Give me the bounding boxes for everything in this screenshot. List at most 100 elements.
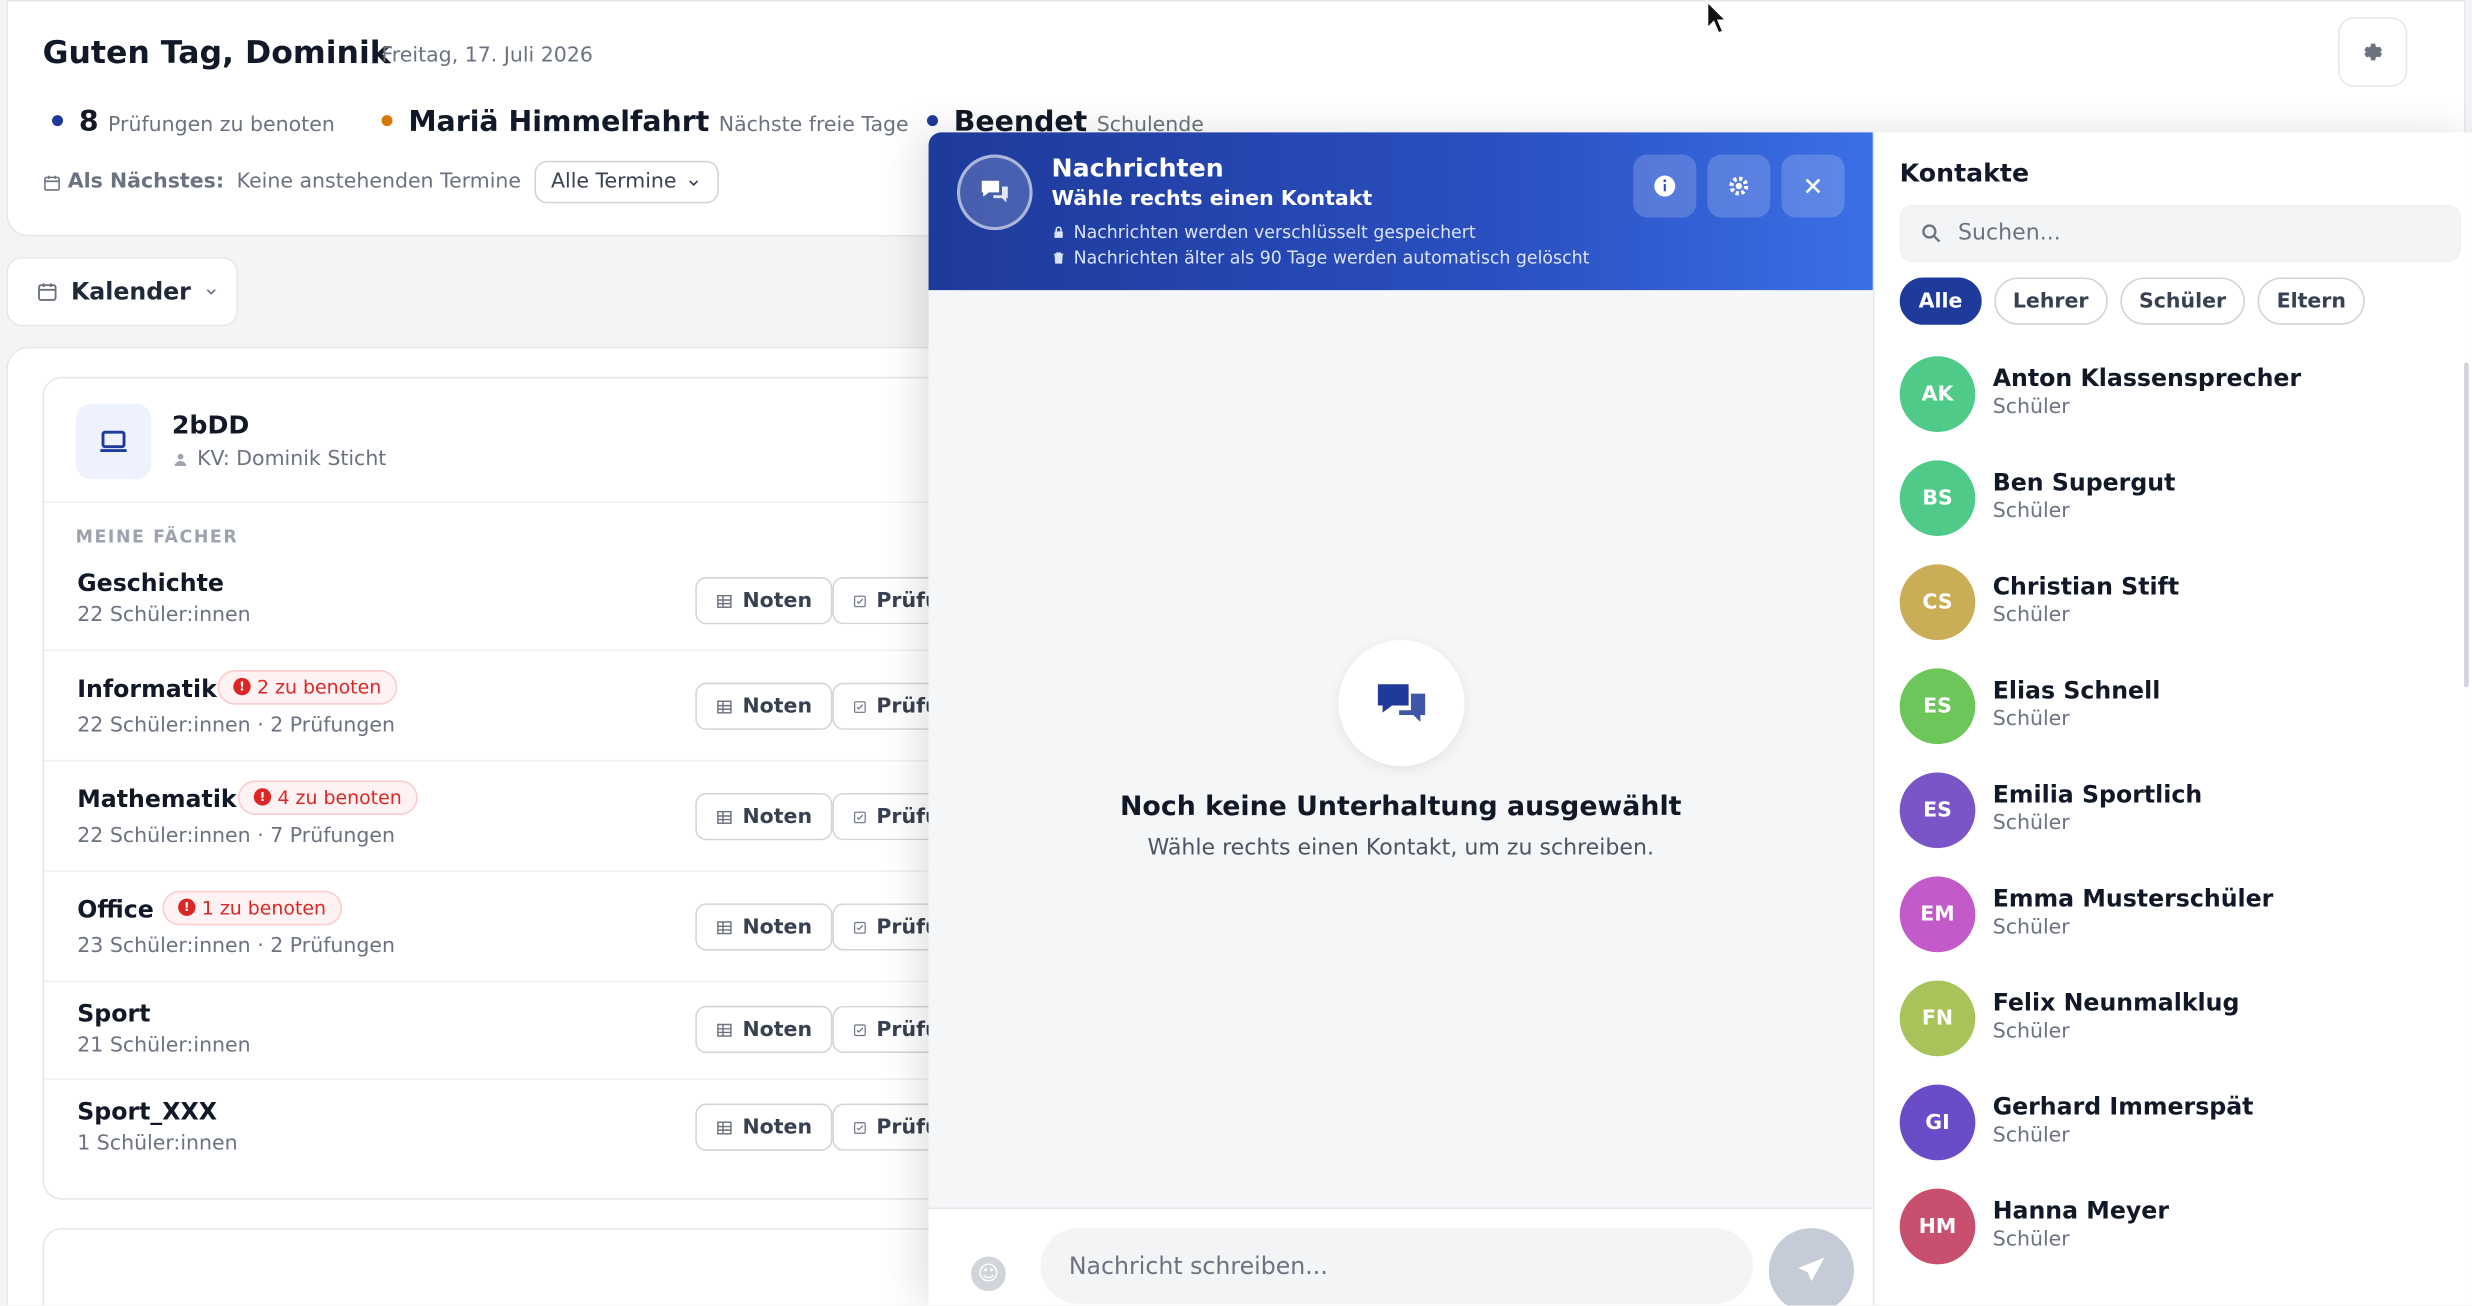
avatar: HM — [1899, 1188, 1976, 1265]
send-button[interactable] — [1768, 1228, 1854, 1306]
stat-dot — [52, 115, 64, 127]
contact-role: Schüler — [1992, 915, 2070, 940]
message-input[interactable] — [1040, 1228, 1754, 1304]
grading-badge: 2 zu benoten — [217, 670, 397, 705]
subject-students: 22 Schüler:innen — [77, 824, 251, 849]
noten-label: Noten — [742, 915, 813, 939]
noten-button[interactable]: Noten — [695, 1103, 833, 1151]
gear-icon — [1729, 176, 1749, 196]
meta-separator: · — [257, 714, 264, 738]
next-label-text: Als Nächstes: — [67, 170, 225, 194]
contact-list-scrollbar[interactable] — [2464, 362, 2469, 688]
filter-alle[interactable]: Alle — [1899, 277, 1982, 325]
avatar: BS — [1899, 460, 1976, 537]
info-button[interactable] — [1633, 154, 1697, 218]
checkbox-icon — [854, 594, 866, 607]
search-icon — [1922, 224, 1941, 243]
contacts-sidebar: Kontakte Alle Lehrer Schüler Eltern AK An… — [1872, 132, 2472, 1306]
noten-button[interactable]: Noten — [695, 903, 833, 951]
contact-role: Schüler — [1992, 1228, 2070, 1252]
messages-panel: Nachrichten Wähle rechts einen Kontakt N… — [928, 132, 2472, 1306]
noten-button[interactable]: Noten — [695, 1005, 833, 1054]
subject-students: 1 Schüler:innen — [77, 1131, 238, 1156]
contact-item[interactable]: BS Ben Supergut Schüler — [1899, 460, 2461, 548]
emoji-button[interactable]: ☺ — [971, 1256, 1006, 1292]
subject-students: 22 Schüler:innen — [77, 603, 251, 628]
contact-role: Schüler — [1992, 1019, 2070, 1044]
contact-item[interactable]: EM Emma Musterschüler Schüler — [1899, 876, 2461, 965]
contact-item[interactable]: ES Elias Schnell Schüler — [1899, 668, 2461, 756]
user-icon — [174, 453, 187, 467]
stat-holidays: Mariä Himmelfahrt Nächste freie Tage — [381, 106, 909, 139]
class-teacher: KV: Dominik Sticht — [172, 448, 386, 471]
gear-icon — [2364, 43, 2383, 61]
table-icon — [717, 1022, 732, 1036]
subject-name: Informatik — [77, 674, 217, 704]
contact-item[interactable]: FN Felix Neunmalklug Schüler — [1899, 980, 2461, 1069]
subject-meta: 22 Schüler:innen · 2 Prüfungen — [77, 714, 395, 738]
checkbox-icon — [854, 1121, 866, 1134]
empty-state-subtitle: Wähle rechts einen Kontakt, um zu schrei… — [1147, 835, 1654, 861]
current-date: Freitag, 17. Juli 2026 — [381, 44, 593, 68]
contact-name: Emilia Sportlich — [1992, 780, 2203, 809]
close-chat-button[interactable] — [1781, 154, 1845, 218]
subject-name: Office — [77, 895, 154, 924]
chat-settings-button[interactable] — [1707, 154, 1771, 218]
checkbox-icon — [854, 1023, 866, 1036]
table-icon — [717, 594, 732, 608]
contact-search-input[interactable] — [1958, 220, 2431, 246]
contact-item[interactable]: CS Christian Stift Schüler — [1899, 564, 2461, 652]
contact-search[interactable] — [1899, 204, 2461, 262]
contact-item[interactable]: HM Hanna Meyer Schüler — [1899, 1188, 2461, 1277]
contact-item[interactable]: AK Anton Klassensprecher Schüler — [1899, 356, 2461, 444]
chat-bubbles-icon — [956, 154, 1033, 231]
section-label: MEINE FÄCHER — [75, 526, 239, 548]
avatar: GI — [1899, 1084, 1976, 1161]
view-select[interactable]: Kalender — [6, 256, 239, 327]
termine-select[interactable]: Alle Termine — [533, 160, 720, 204]
contact-name: Christian Stift — [1992, 572, 2180, 601]
noten-button[interactable]: Noten — [695, 792, 833, 841]
stat-value: 8 — [78, 105, 99, 139]
noten-button[interactable]: Noten — [695, 682, 833, 730]
subject-exams: 7 Prüfungen — [270, 824, 396, 849]
avatar: FN — [1899, 980, 1976, 1057]
checkbox-icon — [854, 700, 866, 713]
subject-name: Sport_XXX — [77, 1097, 217, 1126]
termine-select-value: Alle Termine — [550, 170, 677, 194]
subject-meta: 1 Schüler:innen — [77, 1132, 237, 1156]
filter-lehrer[interactable]: Lehrer — [1993, 277, 2108, 325]
laptop-icon — [75, 403, 152, 480]
contact-name: Hanna Meyer — [1992, 1196, 2169, 1225]
noten-label: Noten — [742, 588, 813, 613]
table-icon — [717, 699, 732, 713]
filter-eltern[interactable]: Eltern — [2257, 277, 2365, 325]
send-icon — [1798, 1257, 1825, 1282]
next-value: Keine anstehenden Termine — [236, 170, 522, 194]
contact-name: Felix Neunmalklug — [1992, 988, 2240, 1017]
next-events-row: Als Nächstes: Keine anstehenden Termine … — [43, 160, 720, 204]
noten-button[interactable]: Noten — [695, 576, 833, 625]
contact-item[interactable]: GI Gerhard Immerspät Schüler — [1899, 1084, 2461, 1173]
encryption-note-text: Nachrichten werden verschlüsselt gespeic… — [1073, 222, 1476, 243]
avatar: ES — [1899, 668, 1976, 745]
noten-label: Noten — [742, 804, 813, 829]
stat-label: Prüfungen zu benoten — [108, 113, 335, 138]
close-icon — [1805, 178, 1821, 194]
chat-bubbles-icon — [1338, 640, 1465, 767]
contact-filters: Alle Lehrer Schüler Eltern — [1899, 277, 2365, 325]
noten-label: Noten — [742, 1017, 813, 1042]
noten-label: Noten — [742, 694, 813, 719]
subject-students: 22 Schüler:innen — [77, 714, 251, 738]
subject-name: Sport — [77, 999, 151, 1028]
contact-item[interactable]: ES Emilia Sportlich Schüler — [1899, 772, 2461, 860]
contact-role: Schüler — [1992, 707, 2070, 732]
deletion-note: Nachrichten älter als 90 Tage werden aut… — [1052, 248, 1589, 268]
contact-name: Ben Supergut — [1992, 468, 2176, 497]
contact-role: Schüler — [1992, 1124, 2070, 1148]
checkbox-icon — [854, 810, 866, 823]
filter-schueler[interactable]: Schüler — [2120, 277, 2246, 325]
grading-badge: 4 zu benoten — [238, 780, 418, 816]
lock-icon — [1054, 226, 1063, 238]
header-settings-button[interactable] — [2337, 17, 2408, 87]
